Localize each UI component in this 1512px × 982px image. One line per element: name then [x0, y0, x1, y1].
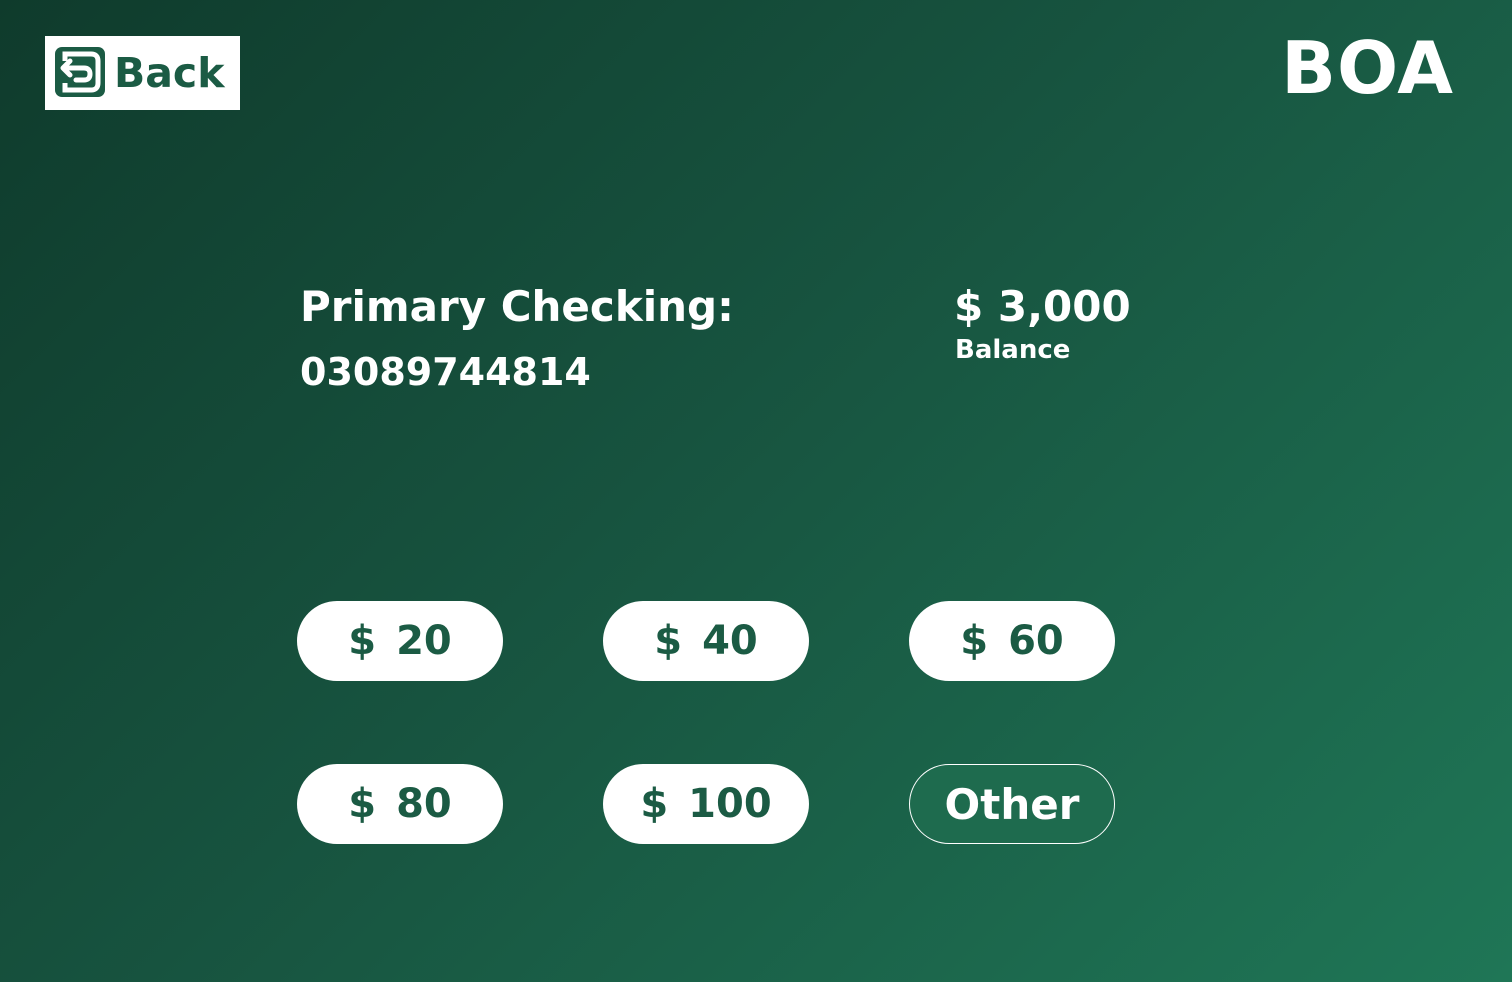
amount-40-button[interactable]: $40 — [603, 601, 809, 681]
account-number: 03089744814 — [300, 350, 591, 394]
amount-value: 20 — [396, 618, 452, 664]
currency-symbol: $ — [960, 618, 989, 664]
other-label: Other — [944, 779, 1080, 829]
currency-symbol: $ — [348, 781, 377, 827]
amount-value: 40 — [702, 618, 758, 664]
currency-symbol: $ — [348, 618, 377, 664]
amount-value: 60 — [1008, 618, 1064, 664]
currency-symbol: $ — [654, 618, 683, 664]
amount-60-button[interactable]: $60 — [909, 601, 1115, 681]
other-amount-button[interactable]: Other — [909, 764, 1115, 844]
amount-value: 80 — [396, 781, 452, 827]
back-button[interactable]: Back — [45, 36, 240, 110]
amount-100-button[interactable]: $100 — [603, 764, 809, 844]
currency-symbol: $ — [640, 781, 669, 827]
brand-logo: BOA — [1281, 26, 1454, 110]
account-name: Primary Checking: — [300, 282, 734, 331]
amount-80-button[interactable]: $80 — [297, 764, 503, 844]
back-label: Back — [114, 49, 225, 97]
balance-label: Balance — [955, 335, 1071, 365]
logout-arrow-icon — [55, 47, 105, 97]
amount-value: 100 — [688, 781, 772, 827]
balance-amount: $ 3,000 — [954, 282, 1131, 331]
amount-20-button[interactable]: $20 — [297, 601, 503, 681]
